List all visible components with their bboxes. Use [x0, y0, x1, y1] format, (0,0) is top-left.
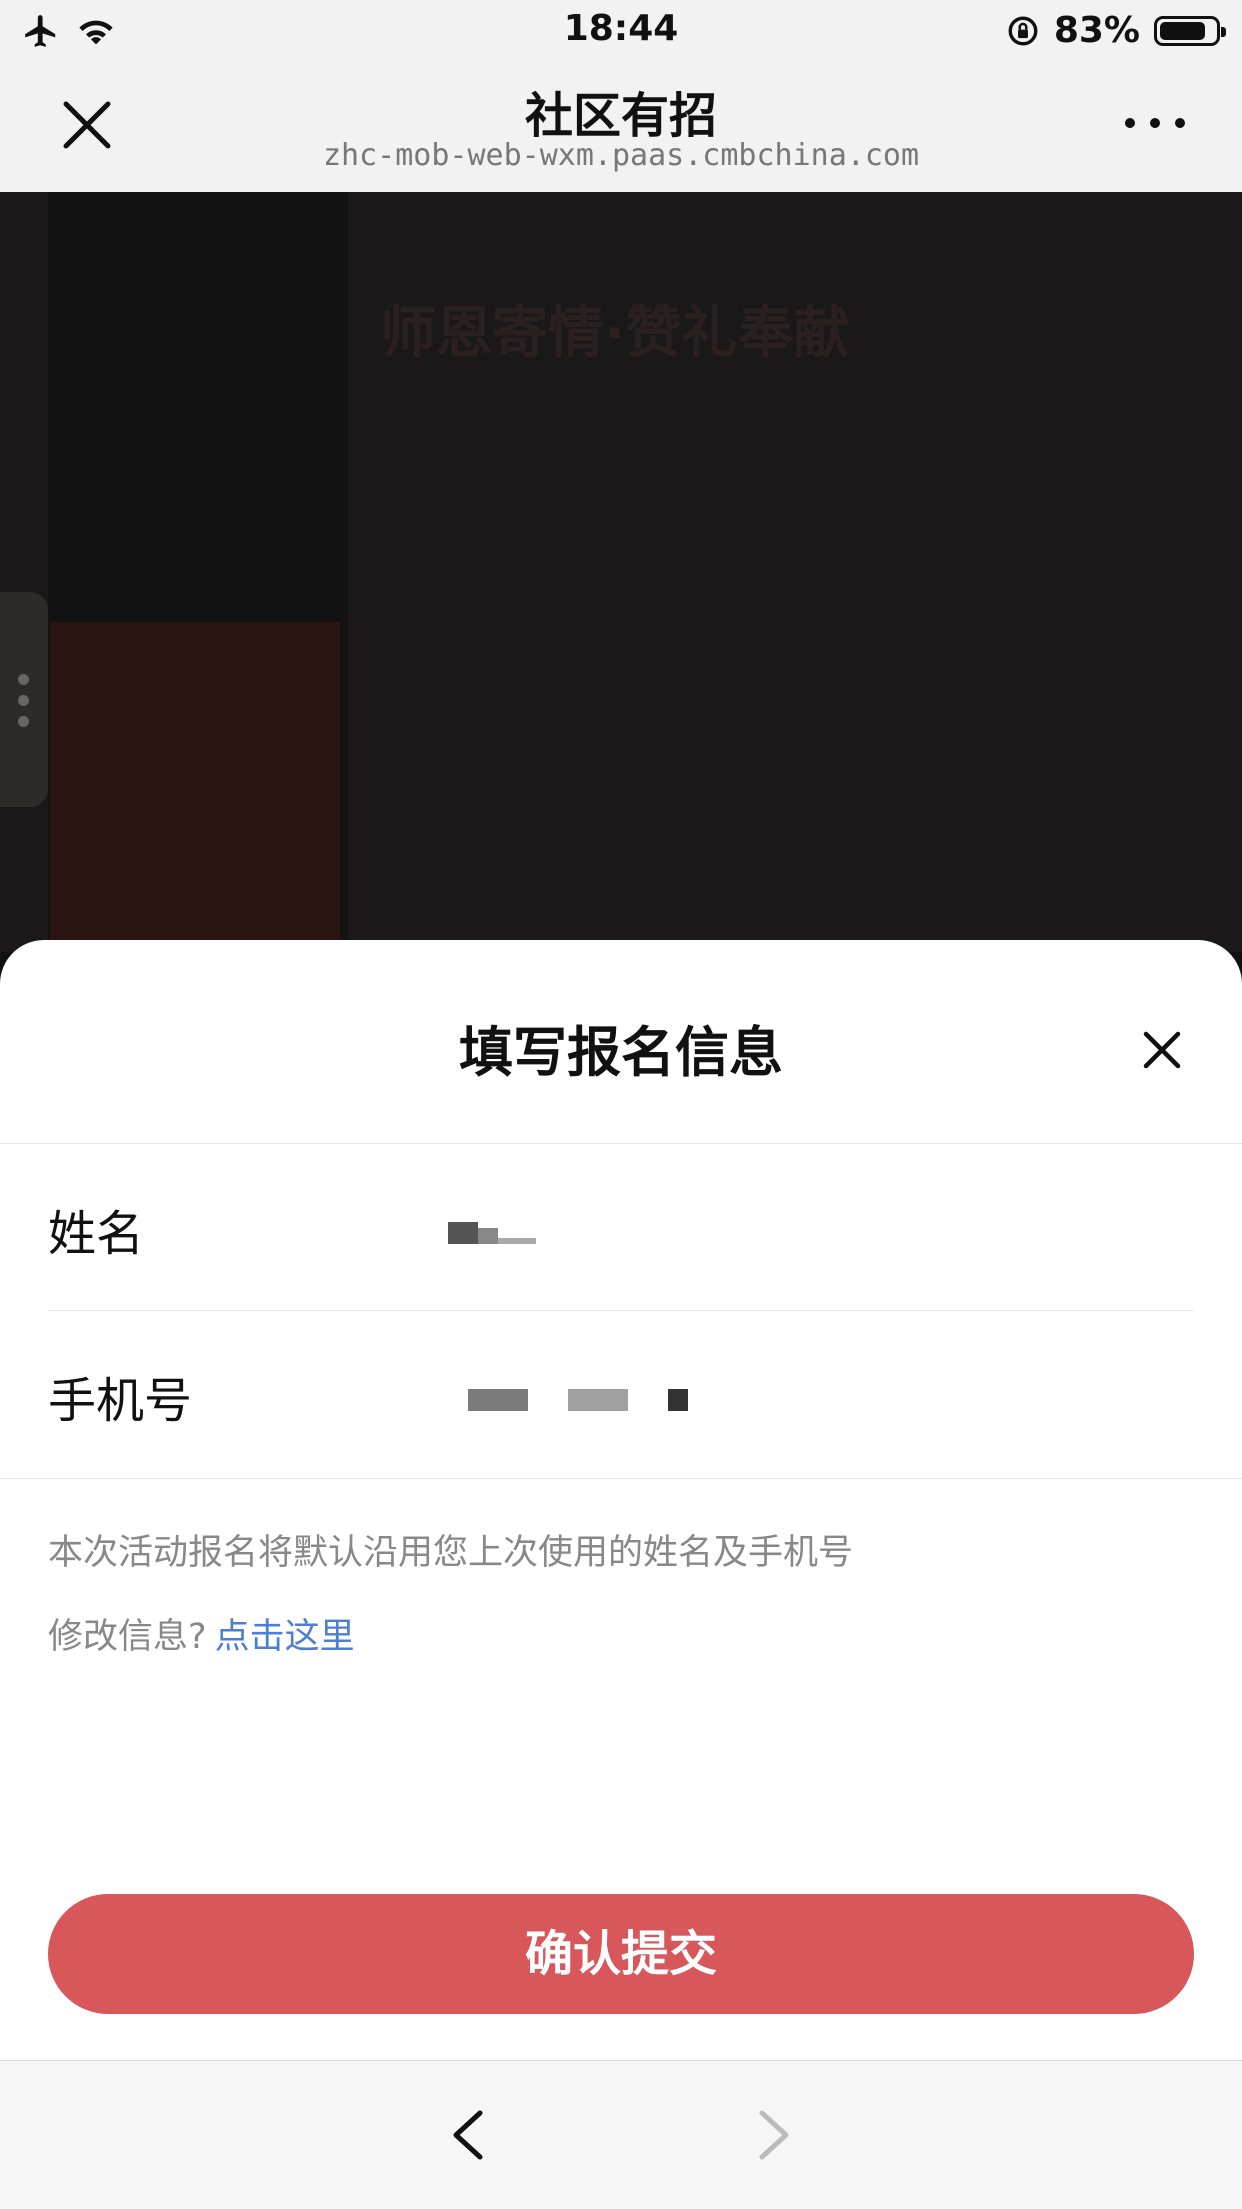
registration-sheet: 填写报名信息 姓名 手机号 本次活动报名将默认沿用您上次使用的姓名及手机号 修改…	[0, 940, 1242, 2060]
phone-field-row: 手机号	[48, 1311, 1194, 1477]
battery-fill	[1160, 21, 1205, 40]
nav-bar: 社区有招 zhc-mob-web-wxm.paas.cmbchina.com	[0, 62, 1242, 193]
page-title: 社区有招	[524, 88, 717, 144]
vertical-dots-icon	[18, 674, 30, 737]
back-icon[interactable]	[440, 2105, 500, 2165]
background-image	[50, 622, 340, 952]
submit-button[interactable]: 确认提交	[48, 1894, 1194, 2014]
sheet-close-icon[interactable]	[1130, 1018, 1194, 1082]
battery-icon	[1154, 15, 1226, 46]
status-right: 83%	[1006, 10, 1226, 51]
rotation-lock-icon	[1008, 16, 1038, 45]
phone-input[interactable]	[398, 1371, 1098, 1421]
edit-info-link[interactable]: 点击这里	[215, 1617, 355, 1657]
fields-divider	[0, 1478, 1242, 1479]
name-field-row: 姓名	[48, 1144, 1194, 1311]
side-drawer-handle[interactable]	[0, 592, 48, 807]
background-page: 师恩寄情·赞礼奉献	[0, 192, 1242, 952]
forward-icon[interactable]	[742, 2105, 802, 2165]
browser-toolbar	[0, 2060, 1242, 2209]
phone-label: 手机号	[48, 1373, 193, 1429]
page-url: zhc-mob-web-wxm.paas.cmbchina.com	[322, 138, 920, 173]
name-input[interactable]	[398, 1204, 1098, 1254]
status-bar: 18:44 83%	[0, 0, 1242, 62]
battery-percent: 83%	[1053, 10, 1140, 51]
edit-info-line: 修改信息? 点击这里	[48, 1608, 355, 1659]
more-options-icon[interactable]	[1120, 98, 1190, 148]
name-label: 姓名	[48, 1206, 145, 1262]
background-heading: 师恩寄情·赞礼奉献	[380, 301, 850, 366]
reuse-info-note: 本次活动报名将默认沿用您上次使用的姓名及手机号	[48, 1533, 854, 1573]
edit-info-prompt: 修改信息?	[48, 1617, 207, 1657]
sheet-title: 填写报名信息	[459, 1021, 783, 1084]
